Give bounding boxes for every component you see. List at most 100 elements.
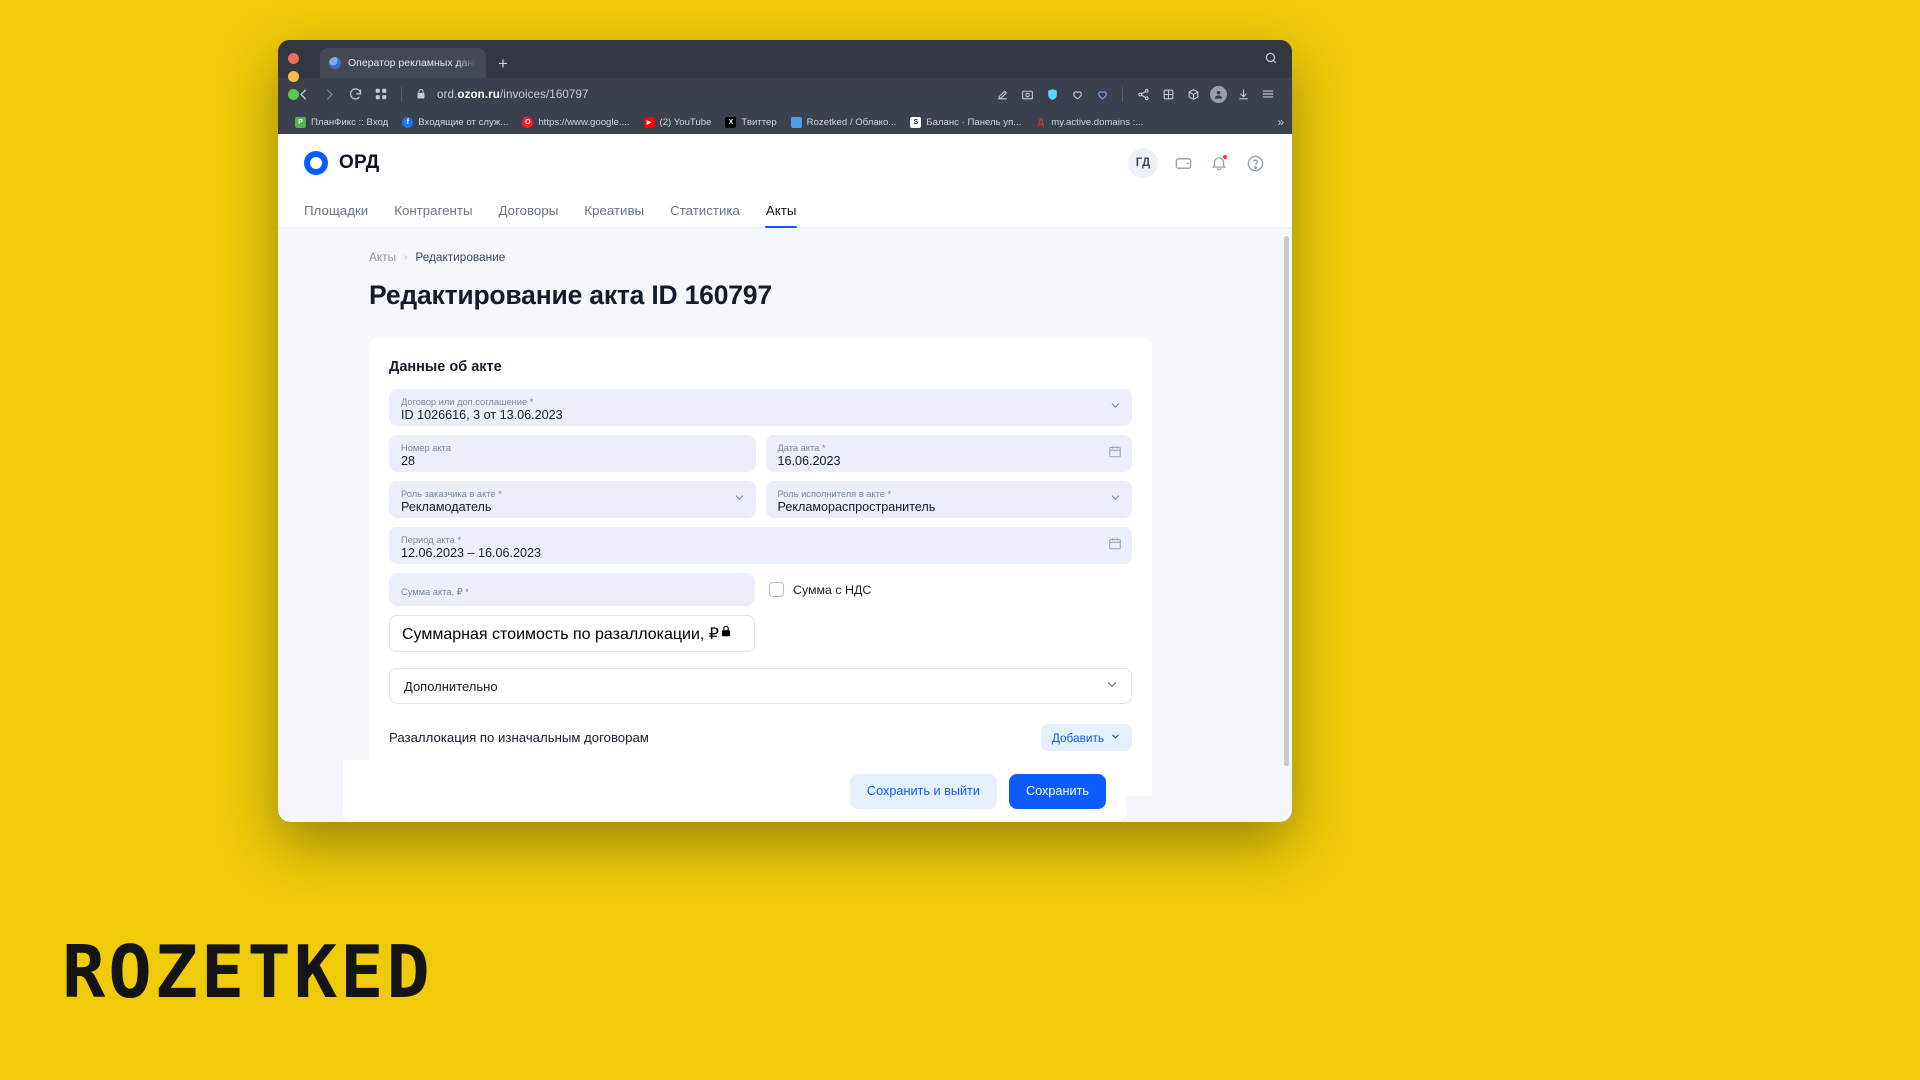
browser-tab-active[interactable]: Оператор рекламных данных (320, 48, 486, 78)
bookmark-item[interactable]: Rozetked / Облако... (784, 113, 904, 131)
close-window-button[interactable] (288, 53, 299, 64)
vat-checkbox[interactable] (769, 582, 784, 597)
profile-icon[interactable] (1206, 82, 1230, 106)
heart-icon[interactable] (1065, 82, 1089, 106)
puzzle-icon[interactable] (1156, 82, 1180, 106)
cube-icon[interactable] (1181, 82, 1205, 106)
bookmark-item[interactable]: f Входящие от служ... (395, 113, 515, 131)
bookmark-label: my.active.domains :... (1051, 117, 1143, 128)
main-navigation: Площадки Контрагенты Договоры Креативы С… (278, 192, 1292, 228)
screenshot-icon[interactable] (1015, 82, 1039, 106)
wallet-icon[interactable] (1172, 152, 1194, 174)
contract-field[interactable]: Договор или доп.соглашение * ID 1026616,… (389, 389, 1132, 426)
act-period-value: 12.06.2023 – 16.06.2023 (401, 546, 1120, 561)
additional-accordion[interactable]: Дополнительно (389, 668, 1132, 704)
vat-checkbox-label: Сумма с НДС (793, 583, 871, 597)
calendar-icon[interactable] (1108, 536, 1122, 555)
tabs-grid-icon[interactable] (368, 82, 394, 106)
lock-icon (413, 82, 429, 106)
bell-icon[interactable] (1208, 152, 1230, 174)
additional-accordion-label: Дополнительно (404, 679, 498, 694)
folder-icon (791, 117, 802, 128)
opera-icon: O (522, 117, 533, 128)
address-bar[interactable]: ord.ozon.ru/invoices/160797 (409, 82, 990, 106)
executor-role-field[interactable]: Роль исполнителя в акте * Рекламораспрос… (766, 481, 1133, 518)
bookmark-item[interactable]: ▶ (2) YouTube (637, 113, 719, 131)
act-sum-field[interactable]: Сумма акта, ₽ * (389, 573, 755, 606)
bookmark-item[interactable]: S Баланс · Панель уп... (903, 113, 1028, 131)
bookmark-label: Твиттер (741, 117, 776, 128)
nav-tab-statistika[interactable]: Статистика (670, 203, 740, 227)
bookmark-label: Входящие от служ... (418, 117, 508, 128)
bookmark-label: (2) YouTube (660, 117, 712, 128)
customer-role-field[interactable]: Роль заказчика в акте * Рекламодатель (389, 481, 756, 518)
contract-field-value: ID 1026616, 3 от 13.06.2023 (401, 408, 1120, 423)
add-button-label: Добавить (1052, 731, 1104, 745)
nav-tab-ploschadki[interactable]: Площадки (304, 203, 368, 227)
edit-icon[interactable] (990, 82, 1014, 106)
act-date-value: 16.06.2023 (778, 454, 1121, 469)
share-icon[interactable] (1131, 82, 1155, 106)
bookmarks-overflow-icon[interactable]: » (1277, 115, 1284, 129)
app-header-actions: ГД (1128, 148, 1266, 178)
bookmark-label: https://www.google.... (538, 117, 629, 128)
download-icon[interactable] (1231, 82, 1255, 106)
ord-logo-icon (304, 151, 328, 175)
bookmark-item[interactable]: Д my.active.domains :... (1028, 113, 1150, 131)
vat-checkbox-wrapper[interactable]: Сумма с НДС (769, 582, 871, 597)
calendar-icon[interactable] (1108, 444, 1122, 463)
bookmark-label: Rozetked / Облако... (807, 117, 897, 128)
nav-tab-kreativy[interactable]: Креативы (584, 203, 644, 227)
bookmark-item[interactable]: X Твиттер (718, 113, 783, 131)
ozon-favicon (329, 57, 341, 69)
toolbar-divider (401, 87, 402, 102)
act-date-field[interactable]: Дата акта * 16.06.2023 (766, 435, 1133, 472)
save-and-exit-button[interactable]: Сохранить и выйти (850, 774, 997, 809)
page-scrollbar[interactable] (1284, 236, 1289, 766)
executor-role-label: Роль исполнителя в акте * (778, 489, 1121, 500)
lock-icon (719, 624, 733, 643)
executor-role-value: Рекламораспространитель (778, 500, 1121, 515)
minimize-window-button[interactable] (288, 71, 299, 82)
act-date-label: Дата акта * (778, 443, 1121, 454)
save-button[interactable]: Сохранить (1009, 774, 1106, 809)
selectel-icon: S (910, 117, 921, 128)
bookmark-item[interactable]: O https://www.google.... (515, 113, 636, 131)
card-title: Данные об акте (389, 359, 1132, 375)
bookmark-item[interactable]: P ПланФикс :: Вход (288, 113, 395, 131)
new-tab-button[interactable]: + (498, 54, 508, 74)
chevron-down-icon[interactable] (1109, 399, 1122, 417)
youtube-icon: ▶ (644, 117, 655, 128)
toolbar-actions (990, 82, 1280, 106)
help-icon[interactable] (1244, 152, 1266, 174)
act-period-field[interactable]: Период акта * 12.06.2023 – 16.06.2023 (389, 527, 1132, 564)
page-content: Акты › Редактирование Редактирование акт… (278, 228, 1292, 822)
act-number-field[interactable]: Номер акта 28 (389, 435, 756, 472)
breadcrumb-separator-icon: › (404, 252, 407, 263)
star-icon[interactable] (1090, 82, 1114, 106)
menu-icon[interactable] (1256, 82, 1280, 106)
chevron-down-icon[interactable] (733, 491, 746, 509)
forward-icon[interactable] (316, 82, 342, 106)
shield-icon[interactable] (1040, 82, 1064, 106)
window-controls (288, 53, 299, 100)
add-button[interactable]: Добавить (1041, 724, 1132, 751)
reallocation-title: Разаллокация по изначальным договорам (389, 730, 649, 745)
contract-field-label: Договор или доп.соглашение * (401, 397, 1120, 408)
breadcrumb-root[interactable]: Акты (369, 250, 396, 264)
reload-icon[interactable] (342, 82, 368, 106)
facebook-icon: f (402, 117, 413, 128)
bookmarks-bar: P ПланФикс :: Вход f Входящие от служ...… (278, 110, 1292, 134)
chevron-down-icon[interactable] (1105, 678, 1119, 695)
window-search-icon[interactable] (1264, 51, 1278, 70)
chevron-down-icon[interactable] (1109, 491, 1122, 509)
nav-tab-akty[interactable]: Акты (766, 203, 796, 227)
nav-tab-kontragenty[interactable]: Контрагенты (394, 203, 472, 227)
maximize-window-button[interactable] (288, 89, 299, 100)
bookmark-label: Баланс · Панель уп... (926, 117, 1021, 128)
breadcrumb-current: Редактирование (415, 250, 505, 264)
avatar (1210, 86, 1227, 103)
user-avatar[interactable]: ГД (1128, 148, 1158, 178)
nav-tab-dogovory[interactable]: Договоры (499, 203, 559, 227)
app-brand[interactable]: ОРД (304, 151, 379, 175)
